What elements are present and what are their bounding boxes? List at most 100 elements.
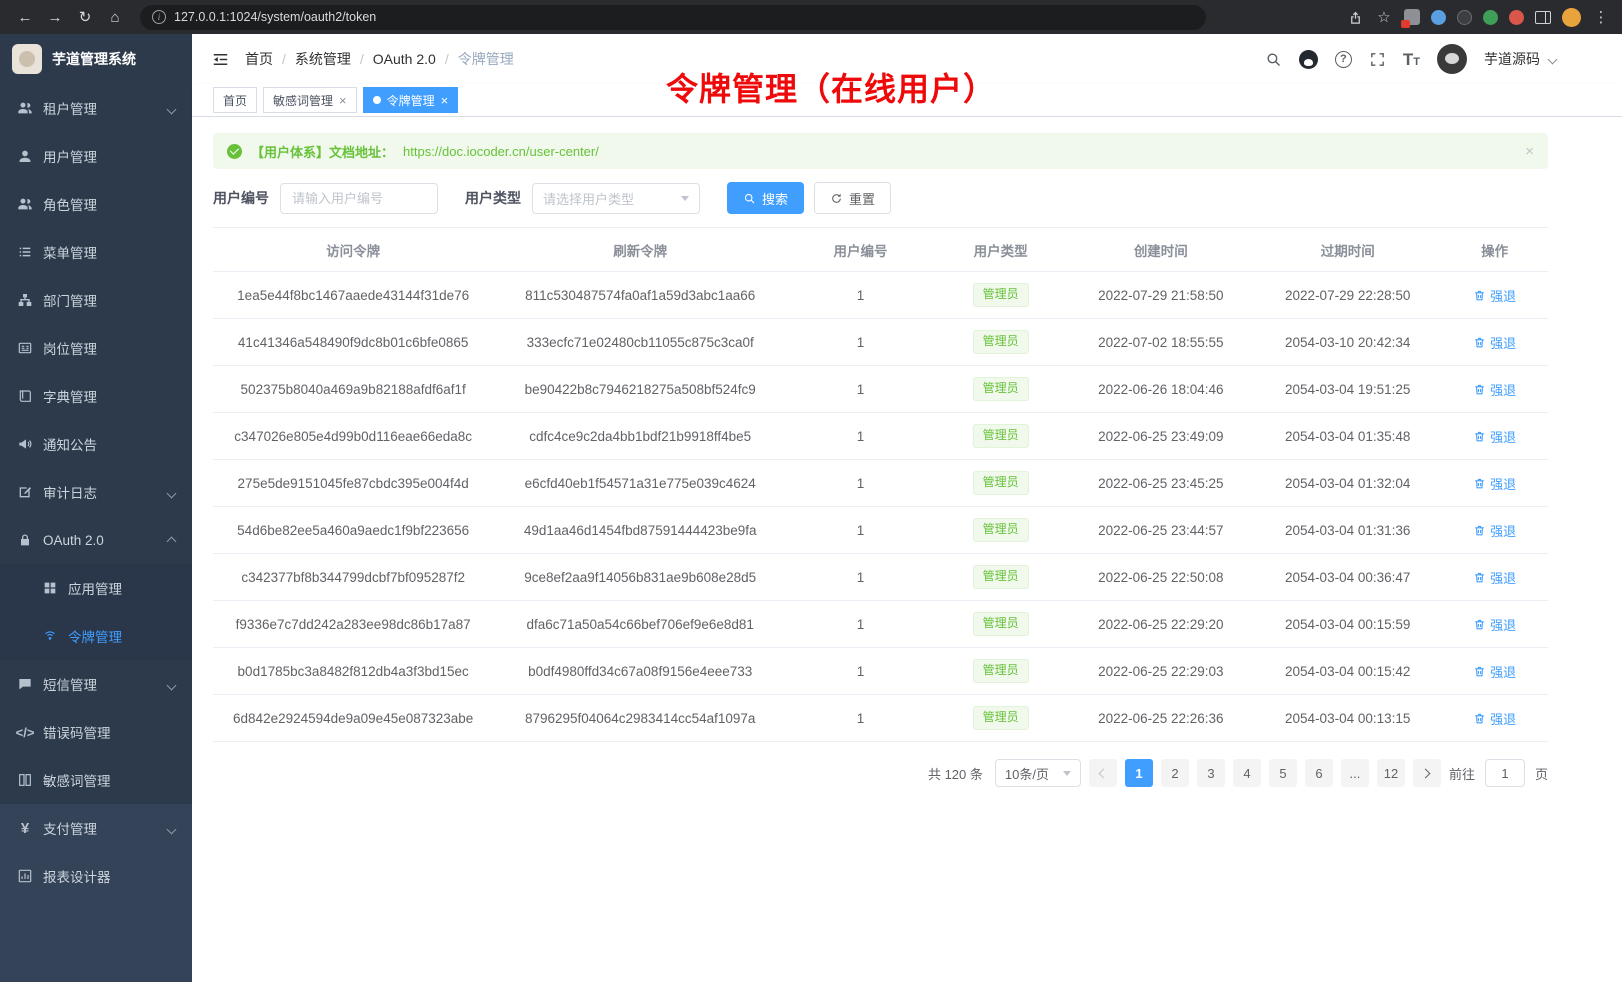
user-type-badge: 管理员 <box>973 471 1029 495</box>
breadcrumb-system[interactable]: 系统管理 <box>295 49 351 69</box>
page-button-6[interactable]: 6 <box>1305 759 1333 787</box>
page-button-2[interactable]: 2 <box>1161 759 1189 787</box>
table-row: c347026e805e4d99b0d116eae66eda8c cdfc4ce… <box>213 413 1548 460</box>
force-logout-button[interactable]: 强退 <box>1473 662 1516 681</box>
chevron-down-icon[interactable] <box>1549 50 1556 68</box>
breadcrumb-home[interactable]: 首页 <box>245 49 273 69</box>
share-icon[interactable] <box>1346 8 1364 26</box>
breadcrumb-current: 令牌管理 <box>458 49 514 69</box>
token-table: 访问令牌 刷新令牌 用户编号 用户类型 创建时间 过期时间 操作 1ea5e44… <box>213 227 1548 742</box>
page-button-3[interactable]: 3 <box>1197 759 1225 787</box>
extension-badged-icon[interactable] <box>1404 9 1420 25</box>
sidebar-item-role[interactable]: 角色管理 <box>0 180 192 228</box>
force-logout-button[interactable]: 强退 <box>1473 380 1516 399</box>
sidebar-item-post[interactable]: 岗位管理 <box>0 324 192 372</box>
page-button-4[interactable]: 4 <box>1233 759 1261 787</box>
address-bar[interactable]: i 127.0.0.1:1024/system/oauth2/token <box>140 5 1206 30</box>
browser-back-button[interactable]: ← <box>12 4 38 30</box>
table-row: c342377bf8b344799dcbf7bf095287f2 9ce8ef2… <box>213 554 1548 601</box>
site-info-icon[interactable]: i <box>152 10 166 24</box>
sidebar-item-pay[interactable]: ¥ 支付管理 <box>0 804 192 852</box>
user-avatar[interactable] <box>1437 44 1467 74</box>
table-row: 41c41346a548490f9dc8b01c6bfe0865 333ecfc… <box>213 319 1548 366</box>
user-type-badge: 管理员 <box>973 518 1029 542</box>
close-icon[interactable]: × <box>1525 143 1534 160</box>
browser-menu-icon[interactable]: ⋮ <box>1592 8 1610 26</box>
extension-blue-icon[interactable] <box>1431 10 1446 25</box>
app-logo[interactable]: 芋道管理系统 <box>0 34 192 84</box>
reset-button[interactable]: 重置 <box>814 182 891 214</box>
sidebar-item-menu[interactable]: 菜单管理 <box>0 228 192 276</box>
sidebar-item-oauth[interactable]: OAuth 2.0 <box>0 516 192 564</box>
fullscreen-icon[interactable] <box>1369 51 1386 68</box>
force-logout-button[interactable]: 强退 <box>1473 474 1516 493</box>
page-button-1[interactable]: 1 <box>1125 759 1153 787</box>
tab-token[interactable]: 令牌管理 × <box>363 87 459 113</box>
more-pages-button[interactable]: ... <box>1341 759 1369 787</box>
chevron-down-icon <box>1063 771 1071 776</box>
extension-green-icon[interactable] <box>1483 10 1498 25</box>
browser-profile-avatar[interactable] <box>1562 8 1581 27</box>
sidebar-item-notice[interactable]: 通知公告 <box>0 420 192 468</box>
user-type-badge: 管理员 <box>973 330 1029 354</box>
search-button[interactable]: 搜索 <box>727 182 804 214</box>
page-button-12[interactable]: 12 <box>1377 759 1405 787</box>
breadcrumb-oauth[interactable]: OAuth 2.0 <box>373 51 436 67</box>
edit-icon <box>17 484 33 500</box>
force-logout-button[interactable]: 强退 <box>1473 333 1516 352</box>
tab-sensitive-word[interactable]: 敏感词管理 × <box>263 87 357 113</box>
user-name[interactable]: 芋道源码 <box>1484 49 1540 69</box>
sidebar-item-oauth-app[interactable]: 应用管理 <box>0 564 192 612</box>
chevron-down-icon <box>168 485 175 500</box>
user-type-select[interactable]: 请选择用户类型 <box>532 183 700 214</box>
next-page-button[interactable] <box>1413 759 1441 787</box>
force-logout-button[interactable]: 强退 <box>1473 521 1516 540</box>
page-button-5[interactable]: 5 <box>1269 759 1297 787</box>
megaphone-icon <box>17 436 33 452</box>
sidebar-item-tenant[interactable]: 租户管理 <box>0 84 192 132</box>
extension-red-icon[interactable] <box>1509 10 1524 25</box>
force-logout-button[interactable]: 强退 <box>1473 427 1516 446</box>
extension-dark-icon[interactable] <box>1457 10 1472 25</box>
close-icon[interactable]: × <box>339 94 347 107</box>
page-size-select[interactable]: 10条/页 <box>995 759 1081 787</box>
table-row: f9336e7c7dd242a283ee98dc86b17a87 dfa6c71… <box>213 601 1548 648</box>
user-id-input[interactable] <box>280 183 438 214</box>
browser-forward-button[interactable]: → <box>42 4 68 30</box>
sidebar-item-error-code[interactable]: </> 错误码管理 <box>0 708 192 756</box>
chat-bubble-icon <box>17 676 33 692</box>
browser-reload-button[interactable]: ↻ <box>72 4 98 30</box>
search-icon[interactable] <box>1265 51 1282 68</box>
sidebar-item-dict[interactable]: 字典管理 <box>0 372 192 420</box>
user-type-badge: 管理员 <box>973 612 1029 636</box>
sidebar-collapse-icon[interactable] <box>211 50 230 69</box>
force-logout-button[interactable]: 强退 <box>1473 286 1516 305</box>
force-logout-button[interactable]: 强退 <box>1473 709 1516 728</box>
font-size-icon[interactable]: TT <box>1403 51 1420 68</box>
goto-page-input[interactable] <box>1485 759 1525 787</box>
sidebar-item-audit-log[interactable]: 审计日志 <box>0 468 192 516</box>
sidebar-item-sms[interactable]: 短信管理 <box>0 660 192 708</box>
sidebar-item-oauth-token[interactable]: 令牌管理 <box>0 612 192 660</box>
col-actions: 操作 <box>1441 228 1548 272</box>
sidebar-item-report-designer[interactable]: 报表设计器 <box>0 852 192 900</box>
help-icon[interactable]: ? <box>1335 51 1352 68</box>
doc-link[interactable]: https://doc.iocoder.cn/user-center/ <box>403 144 599 159</box>
lock-icon <box>17 532 33 548</box>
chevron-down-icon <box>168 677 175 692</box>
browser-home-button[interactable]: ⌂ <box>102 4 128 30</box>
table-header-row: 访问令牌 刷新令牌 用户编号 用户类型 创建时间 过期时间 操作 <box>213 228 1548 272</box>
side-panel-icon[interactable] <box>1535 11 1551 24</box>
bookmark-star-icon[interactable]: ☆ <box>1375 8 1393 26</box>
sidebar-item-dept[interactable]: 部门管理 <box>0 276 192 324</box>
prev-page-button[interactable] <box>1089 759 1117 787</box>
user-type-label: 用户类型 <box>465 188 521 208</box>
force-logout-button[interactable]: 强退 <box>1473 568 1516 587</box>
columns-icon <box>17 772 33 788</box>
sidebar-item-user[interactable]: 用户管理 <box>0 132 192 180</box>
sidebar-item-sensitive-word[interactable]: 敏感词管理 <box>0 756 192 804</box>
close-icon[interactable]: × <box>441 94 449 107</box>
github-icon[interactable] <box>1299 50 1318 69</box>
tab-home[interactable]: 首页 <box>213 87 257 113</box>
force-logout-button[interactable]: 强退 <box>1473 615 1516 634</box>
